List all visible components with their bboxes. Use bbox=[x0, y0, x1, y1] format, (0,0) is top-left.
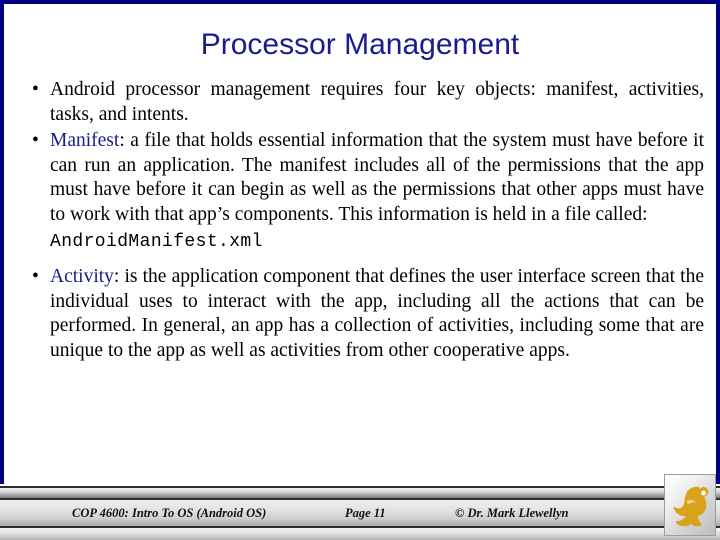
list-item: • Android processor management requires … bbox=[20, 78, 704, 127]
footer-course-label: COP 4600: Intro To OS (Android OS) bbox=[72, 506, 267, 520]
bullet-marker: • bbox=[32, 130, 39, 152]
list-item-text: : a file that holds essential informatio… bbox=[50, 130, 704, 225]
footer-page-number: Page 11 bbox=[345, 506, 386, 520]
slide-title: Processor Management bbox=[200, 28, 520, 61]
footer-bar-bottom bbox=[0, 528, 720, 540]
bullet-marker: • bbox=[32, 79, 39, 100]
footer-text-row: COP 4600: Intro To OS (Android OS) Page … bbox=[0, 500, 660, 526]
pegasus-icon bbox=[673, 486, 709, 527]
footer-copyright: © Dr. Mark Llewellyn bbox=[455, 506, 569, 520]
list-item: • Manifest: a file that holds essential … bbox=[20, 129, 704, 254]
ucf-pegasus-logo bbox=[664, 474, 716, 536]
list-item: • Activity: is the application component… bbox=[20, 265, 704, 363]
slide: Processor Management • Android processor… bbox=[0, 0, 720, 540]
list-item-text: : is the application component that defi… bbox=[50, 266, 704, 361]
keyword-activity: Activity bbox=[50, 266, 114, 288]
footer-bar-thin bbox=[0, 488, 720, 498]
code-filename: AndroidManifest.xml bbox=[50, 231, 263, 252]
slide-content-area: Processor Management • Android processor… bbox=[4, 4, 716, 484]
list-item-text: Android processor management requires fo… bbox=[50, 79, 704, 125]
slide-body: • Android processor management requires … bbox=[20, 78, 704, 366]
keyword-manifest: Manifest bbox=[50, 130, 120, 152]
bullet-marker: • bbox=[32, 266, 39, 288]
slide-footer: COP 4600: Intro To OS (Android OS) Page … bbox=[0, 484, 720, 540]
slide-border-right bbox=[716, 0, 720, 484]
